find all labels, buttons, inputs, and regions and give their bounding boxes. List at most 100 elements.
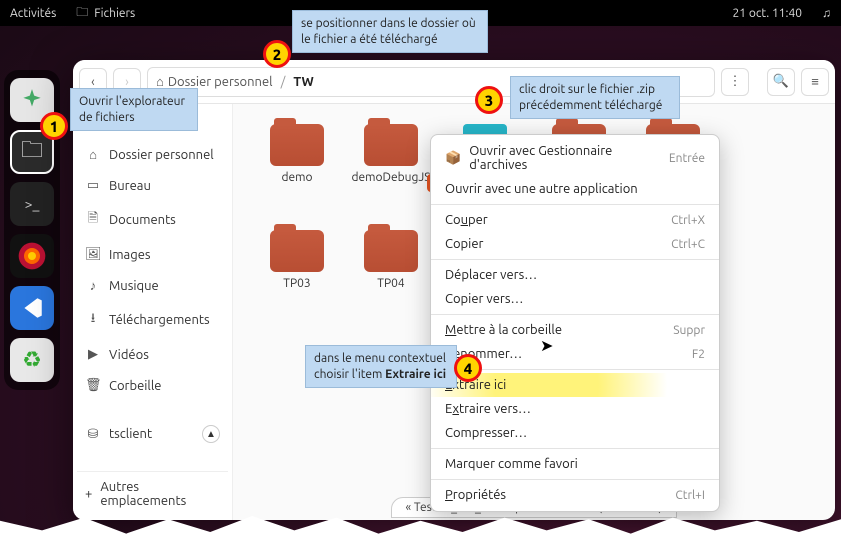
file-item[interactable]: demo (253, 124, 341, 222)
menu-item-label: Marquer comme favori (445, 457, 578, 471)
desktop-icon: ▭ (85, 178, 101, 193)
folder-icon (270, 124, 324, 166)
callout-1: Ouvrir l'explorateur de fichiers (70, 88, 198, 131)
trash-icon: 🗑 (85, 378, 101, 393)
breadcrumb-home[interactable]: ⌂ Dossier personnel (156, 74, 273, 89)
file-label: demo (279, 170, 314, 186)
menu-item-label: Copier vers… (445, 292, 523, 306)
menu-item[interactable]: Marquer comme favori (431, 452, 719, 476)
menu-item-label: Couper (445, 213, 488, 227)
sidebar-item-label: tsclient (109, 427, 152, 441)
marker-3: 3 (475, 86, 503, 114)
sidebar-item-downloads[interactable]: ⭳ Téléchargements (77, 305, 228, 335)
file-label: TP03 (281, 276, 312, 292)
menu-item[interactable]: Propriétés Ctrl+I (431, 483, 719, 507)
menu-item[interactable]: Copier vers… (431, 287, 719, 311)
marker-2: 2 (263, 40, 291, 68)
menu-separator (431, 479, 719, 480)
context-menu: 📦Ouvrir avec Gestionnaire d'archivesEntr… (430, 134, 720, 512)
breadcrumb-separator: / (281, 75, 286, 89)
search-button[interactable]: 🔍 (767, 68, 795, 96)
file-label: TP04 (375, 276, 406, 292)
sidebar-item-other-locations[interactable]: +Autres emplacements (77, 471, 228, 516)
sidebar-item-documents[interactable]: 🗎 Documents (77, 205, 228, 235)
folder-icon (364, 230, 418, 272)
menu-item[interactable]: Déplacer vers… (431, 263, 719, 287)
menu-item-label: Extraire vers… (445, 402, 531, 416)
menu-item[interactable]: Couper Ctrl+X (431, 208, 719, 232)
menu-item-label: Copier (445, 237, 483, 251)
clock[interactable]: 21 oct. 11:40 (733, 7, 802, 20)
sidebar-item-label: Vidéos (109, 348, 149, 362)
menu-shortcut: Suppr (673, 324, 705, 337)
marker-1: 1 (40, 112, 68, 140)
sidebar-item-label: Corbeille (109, 379, 161, 393)
callout-3: clic droit sur le fichier .zip précédemm… (510, 76, 680, 119)
menu-shortcut: Ctrl+I (675, 489, 705, 502)
download-icon: ⭳ (85, 309, 101, 331)
video-icon: ▶ (85, 347, 101, 362)
sidebar-item-label: Dossier personnel (109, 148, 214, 162)
sidebar-item-label: Téléchargements (109, 313, 210, 327)
menu-item-label: Propriétés (445, 488, 506, 502)
notification-icon[interactable]: ♫ (822, 6, 831, 20)
app-menu[interactable]: 🗀 Fichiers (76, 3, 135, 24)
sidebar-item-label: Bureau (109, 179, 151, 193)
file-item[interactable]: TP04 (347, 230, 435, 328)
sidebar-item-images[interactable]: 🖼Images (77, 243, 228, 266)
music-icon: ♪ (85, 278, 101, 293)
breadcrumb-home-label: Dossier personnel (168, 75, 273, 89)
folder-icon: 🗀 (76, 3, 88, 24)
folder-icon (364, 124, 418, 166)
sidebar-item-home[interactable]: ⌂ Dossier personnel (77, 143, 228, 166)
home-icon: ⌂ (156, 74, 164, 89)
file-item[interactable]: TP03 (253, 230, 341, 328)
dock-app-terminal[interactable]: >_ (10, 182, 54, 226)
menu-separator (431, 204, 719, 205)
menu-separator (431, 448, 719, 449)
menu-item[interactable]: 📦Ouvrir avec Gestionnaire d'archivesEntr… (431, 139, 719, 177)
sidebar-item-tsclient[interactable]: ⛁ tsclient ▲ (77, 421, 228, 447)
search-icon: 🔍 (773, 74, 789, 89)
archive-icon: 📦 (445, 151, 461, 166)
dock-app-firefox[interactable] (10, 234, 54, 278)
menu-item[interactable]: Mettre à la corbeilleSuppr (431, 318, 719, 342)
desktop-background: Activités 🗀 Fichiers 21 oct. 11:40 ♫ 🗀 >… (0, 0, 841, 540)
menu-item[interactable]: Copier Ctrl+C (431, 232, 719, 256)
app-menu-label: Fichiers (94, 7, 135, 20)
menu-item-label: Ouvrir avec une autre application (445, 182, 638, 196)
file-item[interactable]: demoDebugJS (347, 124, 435, 222)
hamburger-menu-button[interactable]: ≡ (801, 68, 829, 96)
menu-item[interactable]: Extraire vers… (431, 397, 719, 421)
file-label: demoDebugJS (349, 170, 432, 186)
menu-shortcut: F2 (692, 348, 705, 361)
callout-4-bold: Extraire ici (385, 368, 446, 381)
menu-item[interactable]: Compresser… (431, 421, 719, 445)
home-icon: ⌂ (85, 147, 101, 162)
sidebar-item-trash[interactable]: 🗑 Corbeille (77, 374, 228, 397)
breadcrumb-current[interactable]: TW (293, 75, 313, 89)
sidebar-item-music[interactable]: ♪Musique (77, 274, 228, 297)
documents-icon: 🗎 (85, 209, 101, 231)
menu-item-label: Déplacer vers… (445, 268, 537, 282)
drive-icon: ⛁ (85, 427, 101, 442)
menu-item-label: Compresser… (445, 426, 527, 440)
menu-separator (431, 259, 719, 260)
sidebar-item-videos[interactable]: ▶ Vidéos (77, 343, 228, 366)
folder-icon (270, 230, 324, 272)
images-icon: 🖼 (85, 247, 101, 262)
menu-item[interactable]: Ouvrir avec une autre application (431, 177, 719, 201)
callout-2: se positionner dans le dossier où le fic… (292, 10, 488, 53)
dock-app-vscode[interactable] (10, 286, 54, 330)
menu-separator (431, 314, 719, 315)
activities-button[interactable]: Activités (10, 7, 56, 20)
eject-button[interactable]: ▲ (202, 425, 220, 443)
sidebar-item-desktop[interactable]: ▭ Bureau (77, 174, 228, 197)
sidebar: ★Favoris ⌂Dossier personnel ▭Bureau 🗎Doc… (73, 104, 233, 520)
dock-app-trash[interactable]: ♻ (10, 338, 54, 382)
kebab-menu-button[interactable]: ⋮ (721, 68, 749, 96)
menu-shortcut: Ctrl+X (671, 214, 705, 227)
menu-item-label: Ouvrir avec Gestionnaire d'archives (469, 144, 669, 172)
sidebar-item-label: Documents (109, 213, 176, 227)
menu-shortcut: Ctrl+C (671, 238, 705, 251)
